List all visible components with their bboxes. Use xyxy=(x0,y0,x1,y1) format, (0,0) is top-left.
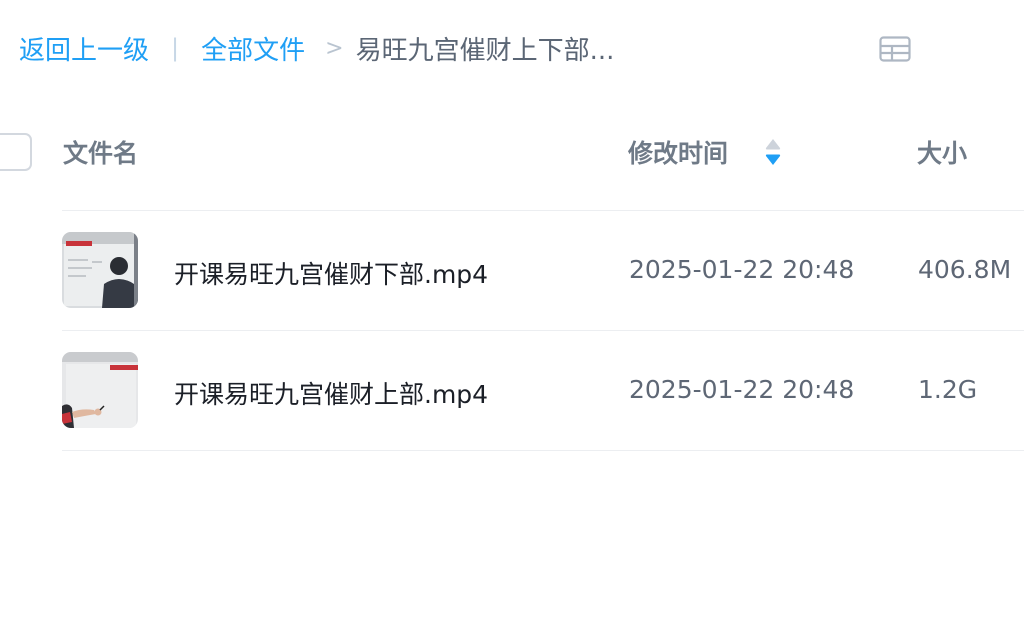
video-thumbnail xyxy=(62,232,138,308)
breadcrumb: 返回上一级 | 全部文件 > 易旺九宫催财上下部... xyxy=(19,28,614,68)
file-browser: 返回上一级 | 全部文件 > 易旺九宫催财上下部... 文件名 修改时间 大小 xyxy=(0,0,1024,619)
column-header-name: 文件名 xyxy=(63,139,139,168)
current-folder-name: 易旺九宫催财上下部... xyxy=(355,35,615,66)
file-row[interactable]: 开课易旺九宫催财下部.mp4 2025-01-22 20:48 406.8M xyxy=(0,211,1024,331)
back-link[interactable]: 返回上一级 xyxy=(19,30,149,67)
file-name[interactable]: 开课易旺九宫催财上部.mp4 xyxy=(174,375,488,411)
file-name[interactable]: 开课易旺九宫催财下部.mp4 xyxy=(174,255,488,291)
grid-view-icon[interactable] xyxy=(879,36,911,62)
video-thumbnail xyxy=(62,352,138,428)
select-all-checkbox[interactable] xyxy=(0,133,32,171)
breadcrumb-divider: | xyxy=(171,34,180,62)
sort-icon[interactable] xyxy=(763,137,783,167)
column-header-modified[interactable]: 修改时间 xyxy=(628,134,728,170)
breadcrumb-separator: > xyxy=(325,35,344,61)
column-header-size: 大小 xyxy=(917,139,968,168)
file-modified-time: 2025-01-22 20:48 xyxy=(629,255,855,284)
file-size: 1.2G xyxy=(918,375,978,404)
all-files-link[interactable]: 全部文件 xyxy=(201,30,305,67)
file-modified-time: 2025-01-22 20:48 xyxy=(629,375,855,404)
row-divider xyxy=(62,450,1024,451)
file-size: 406.8M xyxy=(918,255,1012,284)
file-row[interactable]: 开课易旺九宫催财上部.mp4 2025-01-22 20:48 1.2G xyxy=(0,331,1024,451)
